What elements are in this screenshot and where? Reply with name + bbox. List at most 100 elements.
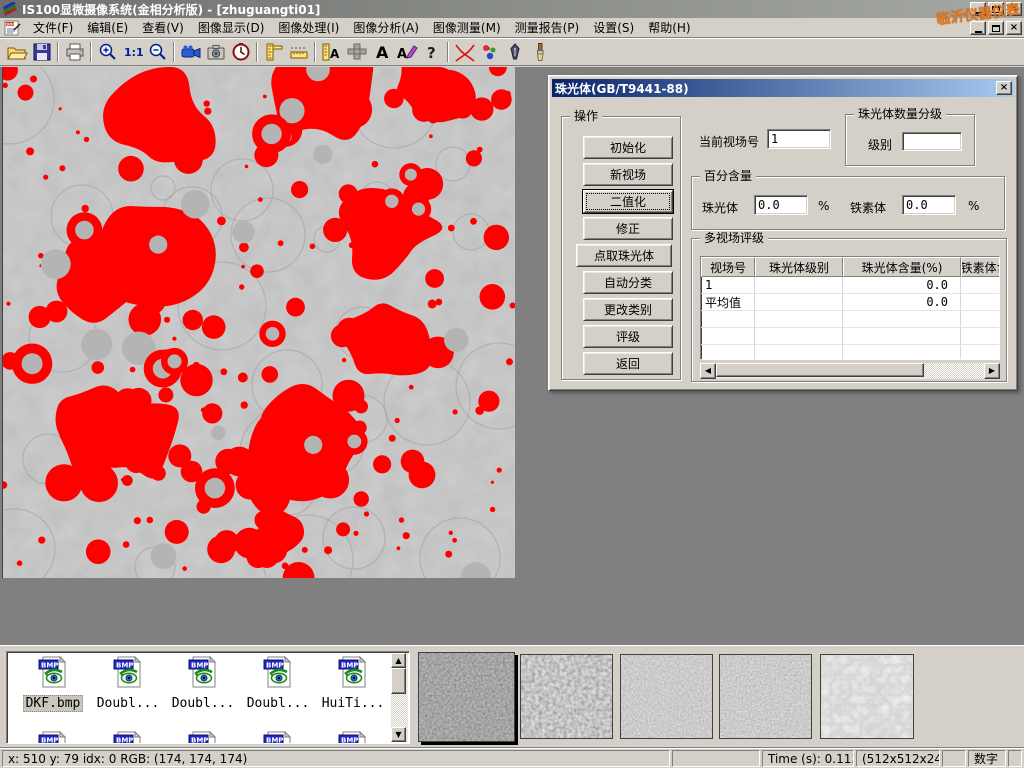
timer-button[interactable] [228,40,253,64]
scroll-right-button[interactable]: ▶ [984,363,1000,379]
thumbnail-2[interactable] [520,654,613,739]
correct-button[interactable]: 修正 [583,217,673,240]
window-title: IS100显微摄像系统(金相分析版) - [zhuguangti01] [22,1,320,18]
ferrite-percent-sign: % [968,199,979,213]
file-name[interactable]: Doubl... [170,696,237,711]
svg-text:DOC: DOC [7,22,16,26]
menu-file[interactable]: 文件(F) [26,17,80,38]
mdi-restore-button[interactable] [988,21,1004,35]
initialize-button[interactable]: 初始化 [583,136,673,159]
new-field-button[interactable]: 新视场 [583,163,673,186]
menu-view[interactable]: 查看(V) [135,17,191,38]
col-pearlite-grade[interactable]: 珠光体级别 [755,257,843,277]
cell-ferrite [961,294,1000,311]
zoom-out-button[interactable] [145,40,170,64]
table-row[interactable]: 1 0.0 [701,277,999,294]
current-field-input[interactable] [767,129,831,149]
vertical-scroll-thumb[interactable] [391,668,406,694]
grade-level-input[interactable] [902,132,962,151]
document-system-icon[interactable]: DOC [4,20,22,36]
camera-button[interactable] [203,40,228,64]
file-name[interactable]: DKF.bmp [23,695,84,712]
table-row[interactable]: 平均值 0.0 [701,294,999,311]
particle-classify-button[interactable]: a [477,40,502,64]
file-item[interactable]: HuiTi... [317,656,389,711]
metallographic-image[interactable] [2,67,515,578]
restore-button[interactable] [988,2,1004,16]
file-row-clipped [7,728,387,743]
file-list-scrollbar[interactable]: ▲ ▼ [391,653,408,742]
minimize-button[interactable] [970,2,986,16]
col-field-no[interactable]: 视场号 [701,257,755,277]
annotate-button[interactable]: A [394,40,419,64]
thumbnail-3[interactable] [620,654,713,739]
horizontal-scroll-thumb[interactable] [716,363,924,377]
vertical-scroll-track[interactable] [391,694,408,727]
rate-button[interactable]: 评级 [583,325,673,348]
auto-classify-button[interactable]: 自动分类 [583,271,673,294]
brush-button[interactable] [527,40,552,64]
file-name[interactable]: HuiTi... [320,696,387,711]
measure-text-button[interactable]: A [319,40,344,64]
dialog-close-button[interactable]: × [996,81,1012,95]
menu-edit[interactable]: 编辑(E) [80,17,135,38]
scroll-left-button[interactable]: ◀ [700,363,716,379]
file-name[interactable]: Doubl... [95,696,162,711]
horizontal-scroll-track[interactable] [924,363,984,379]
return-button[interactable]: 返回 [583,352,673,375]
cell-grade [755,277,843,294]
file-item[interactable]: Doubl... [167,656,239,711]
zoom-in-button[interactable] [95,40,120,64]
pen-button[interactable] [502,40,527,64]
caliper-button[interactable] [261,40,286,64]
mdi-minimize-button[interactable] [970,21,986,35]
mdi-close-button[interactable]: × [1006,21,1022,35]
svg-text:1:1: 1:1 [124,46,144,59]
file-name[interactable]: Doubl... [245,696,312,711]
close-button[interactable]: × [1006,2,1022,16]
file-item[interactable]: Doubl... [242,656,314,711]
thumbnail-4[interactable] [719,654,812,739]
dialog-title-bar[interactable]: 珠光体(GB/T9441-88) × [552,79,1014,97]
dialog-title: 珠光体(GB/T9441-88) [555,80,689,97]
menu-image-analysis[interactable]: 图像分析(A) [346,17,426,38]
rating-table[interactable]: 视场号 珠光体级别 珠光体含量(%) 铁素体含量(%) 1 0.0 平均值 [700,256,1000,360]
change-class-button[interactable]: 更改类别 [583,298,673,321]
menu-image-measure[interactable]: 图像测量(M) [426,17,508,38]
pick-pearlite-button[interactable]: 点取珠光体 [576,244,672,267]
col-ferrite-content[interactable]: 铁素体含量(%) [961,257,1000,277]
menu-help[interactable]: 帮助(H) [641,17,697,38]
menu-image-display[interactable]: 图像显示(D) [191,17,272,38]
actual-size-button[interactable]: 1:1 [120,40,145,64]
grid-cross-button[interactable] [344,40,369,64]
save-button[interactable] [29,40,54,64]
file-item[interactable]: DKF.bmp [17,656,89,712]
thumbnail-5[interactable] [820,654,914,739]
file-list[interactable]: DKF.bmp Doubl... Doubl... Doubl... HuiTi… [6,651,410,744]
text-button[interactable]: A [369,40,394,64]
binarize-button[interactable]: 二值化 [583,190,673,213]
help-button[interactable]: ? [419,40,444,64]
status-empty-2 [942,750,966,767]
file-item[interactable]: Doubl... [92,656,164,711]
scroll-up-button[interactable]: ▲ [391,653,406,668]
app-logo-icon [2,2,18,16]
scroll-down-button[interactable]: ▼ [391,727,406,742]
ruler-button[interactable] [286,40,311,64]
pearlite-input[interactable] [754,195,808,215]
application-window: IS100显微摄像系统(金相分析版) - [zhuguangti01] × 临沂… [0,0,1024,768]
print-button[interactable] [62,40,87,64]
menu-settings[interactable]: 设置(S) [586,17,641,38]
title-bar: IS100显微摄像系统(金相分析版) - [zhuguangti01] × [0,0,1024,18]
col-pearlite-content[interactable]: 珠光体含量(%) [843,257,961,277]
thumbnail-1[interactable] [418,652,515,742]
menu-report[interactable]: 测量报告(P) [508,17,587,38]
cell-field-no: 1 [701,277,755,294]
open-button[interactable] [4,40,29,64]
menu-image-process[interactable]: 图像处理(I) [271,17,346,38]
ferrite-input[interactable] [902,195,956,215]
curve-measure-button[interactable] [452,40,477,64]
video-camera-button[interactable] [178,40,203,64]
window-controls: × [970,2,1022,16]
table-horizontal-scrollbar[interactable]: ◀ ▶ [700,363,1000,379]
